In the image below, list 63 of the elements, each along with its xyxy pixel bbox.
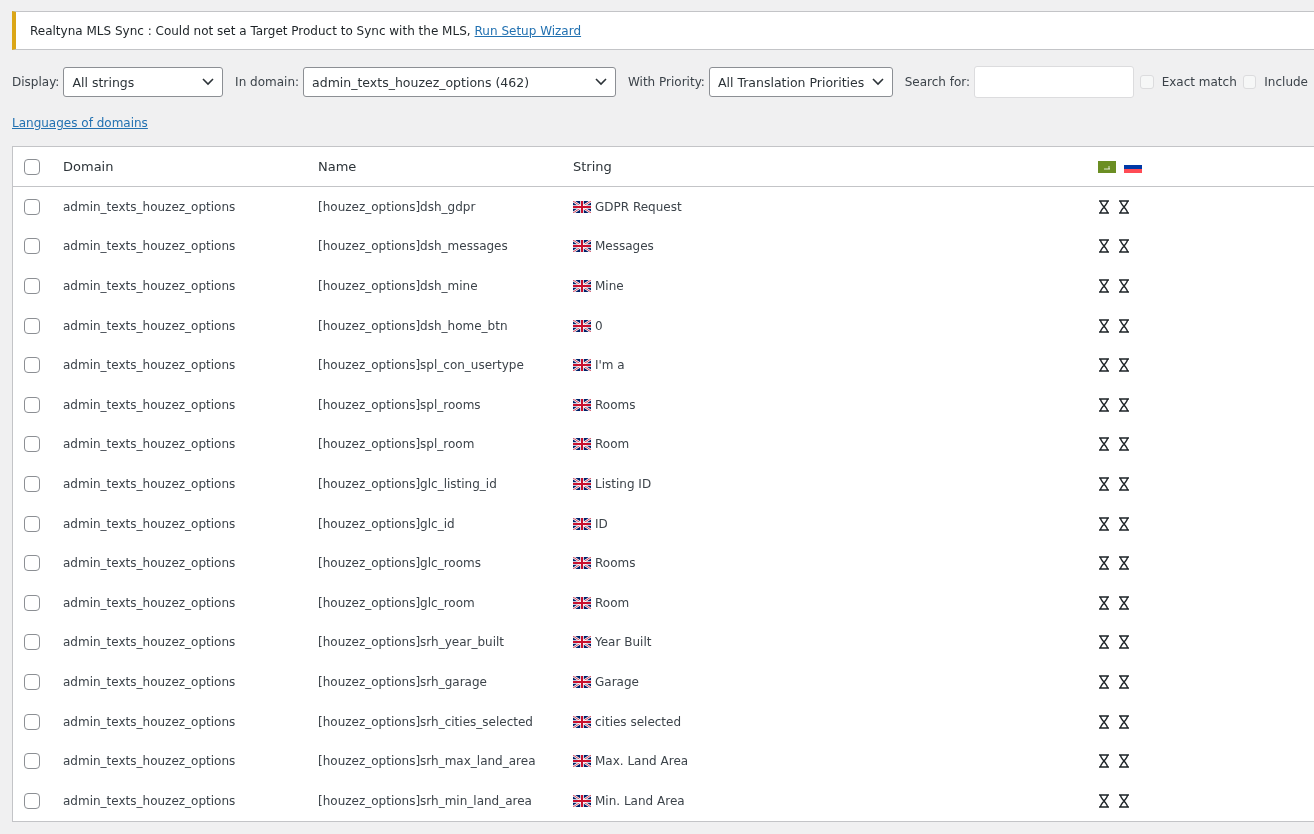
name-cell-text: [houzez_options]glc_listing_id: [318, 476, 498, 491]
name-cell-text: [houzez_options]srh_max_land_area: [318, 754, 537, 769]
domain-cell-text: admin_texts_houzez_options: [63, 674, 237, 689]
notice-text: Realtyna MLS Sync : Could not set a Target Product to Sync with the MLS,: [30, 23, 471, 38]
domain-cell-text: admin_texts_houzez_options: [63, 754, 237, 769]
filter-label: Display:: [12, 75, 60, 89]
string-cell: Listing ID: [595, 476, 652, 491]
domain-cell-text: admin_texts_houzez_options: [63, 476, 237, 491]
name-cell-text: [houzez_options]glc_id: [318, 516, 456, 531]
name-cell-text: [houzez_options]spl_rooms: [318, 397, 482, 412]
name-cell-text: [houzez_options]srh_year_built: [318, 635, 506, 650]
column-header: String: [573, 159, 613, 174]
domain-cell-text: admin_texts_houzez_options: [63, 437, 237, 452]
string-cell: Messages: [595, 239, 654, 254]
string-cell: ID: [595, 516, 608, 531]
string-cell: 0: [595, 318, 603, 333]
dropdown[interactable]: admin_texts_houzez_options (462): [303, 67, 616, 97]
string-cell: Garage: [595, 674, 639, 689]
checkbox-label: Include: [1264, 75, 1308, 89]
languages-link[interactable]: Languages of domains: [12, 116, 148, 130]
name-cell-text: [houzez_options]glc_rooms: [318, 556, 482, 571]
domain-cell-text: admin_texts_houzez_options: [63, 556, 237, 571]
domain-cell-text: admin_texts_houzez_options: [63, 635, 237, 650]
dropdown[interactable]: All Translation Priorities: [708, 67, 893, 97]
string-cell: Room: [595, 437, 630, 452]
string-cell: Min. Land Area: [595, 793, 685, 808]
setup-wizard-link[interactable]: Run Setup Wizard: [474, 23, 582, 38]
domain-cell-text: admin_texts_houzez_options: [63, 793, 237, 808]
domain-cell-text: admin_texts_houzez_options: [63, 714, 237, 729]
name-cell-text: [houzez_options]dsh_gdpr: [318, 199, 477, 214]
name-cell-text: [houzez_options]glc_room: [318, 595, 476, 610]
filter-label: In domain:: [235, 75, 300, 89]
string-cell: Room: [595, 595, 630, 610]
name-cell-text: [houzez_options]dsh_mine: [318, 279, 479, 293]
string-cell: GDPR Request: [595, 199, 682, 214]
dropdown[interactable]: All strings: [63, 67, 224, 97]
name-cell-text: [houzez_options]spl_room: [318, 437, 476, 452]
domain-cell-text: admin_texts_houzez_options: [63, 595, 237, 610]
name-cell-text: [houzez_options]spl_con_usertype: [318, 358, 525, 373]
domain-cell-text: admin_texts_houzez_options: [63, 397, 237, 412]
string-cell: Max. Land Area: [595, 754, 689, 769]
filter-label: Search for:: [904, 75, 971, 89]
name-cell-text: [houzez_options]srh_garage: [318, 674, 488, 689]
domain-cell-text: admin_texts_houzez_options: [63, 318, 237, 333]
string-cell: Rooms: [595, 556, 636, 571]
domain-cell-text: admin_texts_houzez_options: [63, 199, 237, 214]
checkbox-label: Exact match: [1161, 75, 1237, 89]
filter-label: With Priority:: [627, 75, 705, 89]
domain-cell-text: admin_texts_houzez_options: [63, 279, 237, 293]
column-header: Name: [318, 159, 358, 174]
domain-cell-text: admin_texts_houzez_options: [63, 358, 237, 373]
column-header: Domain: [63, 159, 115, 174]
name-cell-text: [houzez_options]srh_cities_selected: [318, 714, 534, 729]
name-cell-text: [houzez_options]srh_min_land_area: [318, 793, 533, 808]
string-cell: cities selected: [595, 714, 682, 729]
domain-cell-text: admin_texts_houzez_options: [63, 239, 237, 254]
string-cell: Mine: [595, 279, 624, 293]
string-cell: I'm a: [595, 358, 625, 373]
name-cell-text: [houzez_options]dsh_home_btn: [318, 318, 509, 333]
domain-cell-text: admin_texts_houzez_options: [63, 516, 237, 531]
name-cell-text: [houzez_options]dsh_messages: [318, 239, 509, 254]
string-cell: Year Built: [595, 635, 652, 650]
string-cell: Rooms: [595, 397, 636, 412]
